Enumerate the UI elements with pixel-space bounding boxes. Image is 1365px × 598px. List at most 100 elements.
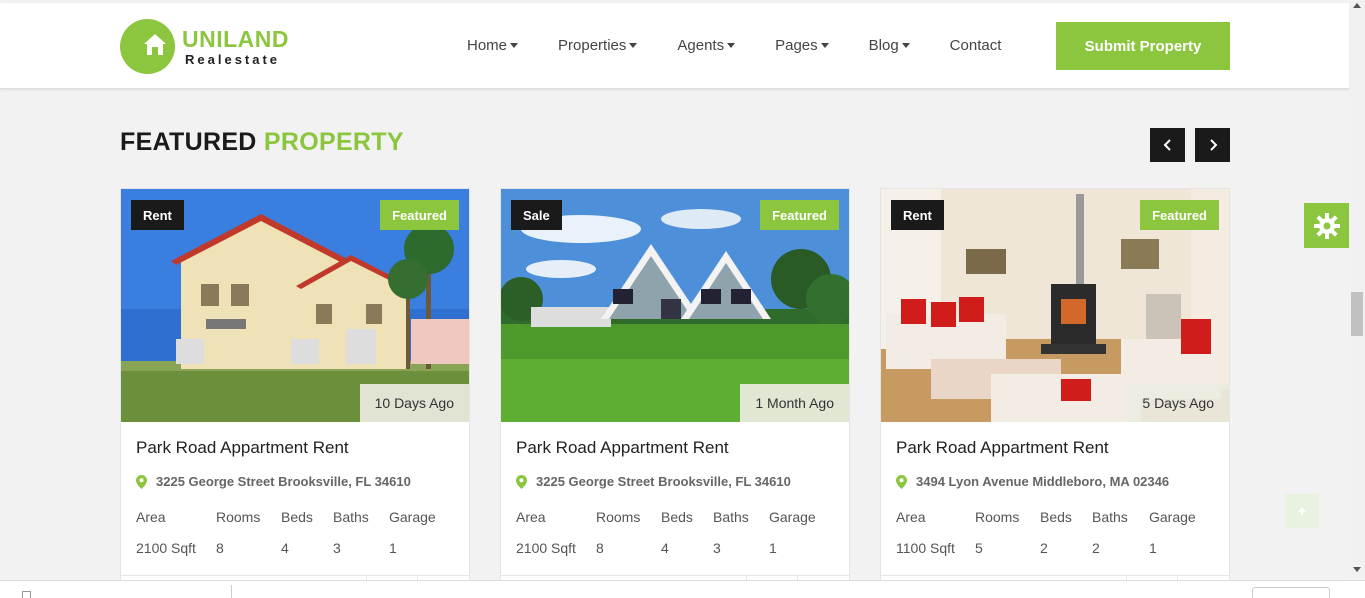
- spec-value-rooms: 8: [596, 540, 604, 556]
- arrow-up-icon: [1298, 507, 1306, 515]
- spec-label-beds: Beds: [1040, 509, 1072, 525]
- listing-type-badge: Rent: [131, 200, 184, 230]
- chevron-right-icon: [1209, 139, 1217, 151]
- property-card[interactable]: Sale Featured 1 Month Ago Park Road Appa…: [500, 188, 850, 588]
- spec-label-beds: Beds: [281, 509, 313, 525]
- property-address-text: 3225 George Street Brooksville, FL 34610: [536, 474, 791, 489]
- spec-value-area: 2100 Sqft: [136, 540, 196, 556]
- section-title-green: PROPERTY: [263, 128, 404, 156]
- bottom-bar-separator: [231, 585, 232, 598]
- caret-down-icon: [901, 43, 910, 48]
- scroll-thumb[interactable]: [1351, 292, 1363, 336]
- caret-down-icon: [820, 43, 829, 48]
- spec-label-rooms: Rooms: [975, 509, 1020, 525]
- spec-value-baths: 3: [713, 540, 721, 556]
- house-logo-icon: [120, 19, 175, 74]
- listing-date: 10 Days Ago: [359, 384, 469, 422]
- property-title[interactable]: Park Road Appartment Rent: [896, 438, 1109, 458]
- spec-value-rooms: 5: [975, 540, 983, 556]
- spec-value-beds: 4: [661, 540, 669, 556]
- map-pin-icon: [516, 474, 527, 489]
- property-address-text: 3225 George Street Brooksville, FL 34610: [156, 474, 411, 489]
- spec-value-beds: 4: [281, 540, 289, 556]
- property-image[interactable]: Rent Featured 5 Days Ago: [881, 189, 1229, 422]
- spec-label-garage: Garage: [389, 509, 436, 525]
- listing-type-badge: Sale: [511, 200, 562, 230]
- property-address: 3225 George Street Brooksville, FL 34610: [136, 474, 411, 489]
- main-nav: Home Properties Agents Pages Blog Contac…: [467, 37, 1001, 54]
- spec-label-baths: Baths: [713, 509, 749, 525]
- nav-home-label: Home: [467, 37, 508, 54]
- section-title: FEATURED PROPERTY: [120, 128, 404, 157]
- caret-down-icon: [510, 43, 519, 48]
- property-image[interactable]: Rent Featured 10 Days Ago: [121, 189, 469, 422]
- chevron-left-icon: [1163, 139, 1171, 151]
- scroll-up-arrow-icon[interactable]: [1353, 3, 1361, 8]
- page-scrollbar[interactable]: [1349, 0, 1365, 580]
- carousel-prev-button[interactable]: [1150, 128, 1185, 162]
- spec-label-garage: Garage: [1149, 509, 1196, 525]
- nav-pages[interactable]: Pages: [775, 37, 829, 54]
- spec-label-baths: Baths: [1092, 509, 1128, 525]
- document-icon: [22, 591, 31, 598]
- spec-label-area: Area: [516, 509, 546, 525]
- theme-settings-button[interactable]: [1304, 203, 1349, 248]
- nav-properties-label: Properties: [558, 37, 627, 54]
- spec-value-garage: 1: [769, 540, 777, 556]
- property-address: 3225 George Street Brooksville, FL 34610: [516, 474, 791, 489]
- spec-label-area: Area: [136, 509, 166, 525]
- featured-badge: Featured: [380, 200, 459, 230]
- property-card[interactable]: Rent Featured 5 Days Ago Park Road Appar…: [880, 188, 1230, 588]
- spec-value-area: 1100 Sqft: [896, 540, 955, 556]
- spec-value-rooms: 8: [216, 540, 224, 556]
- property-title[interactable]: Park Road Appartment Rent: [136, 438, 349, 458]
- nav-contact-label: Contact: [949, 37, 1002, 54]
- nav-agents[interactable]: Agents: [677, 37, 736, 54]
- nav-blog-label: Blog: [868, 37, 899, 54]
- map-pin-icon: [136, 474, 147, 489]
- nav-home[interactable]: Home: [467, 37, 519, 54]
- spec-label-rooms: Rooms: [596, 509, 641, 525]
- property-address-text: 3494 Lyon Avenue Middleboro, MA 02346: [916, 474, 1170, 489]
- section-title-dark: FEATURED: [120, 128, 257, 156]
- site-header: UNILAND Realestate Home Properties Agent…: [0, 3, 1349, 89]
- scroll-down-arrow-icon[interactable]: [1353, 567, 1361, 572]
- browser-bottom-bar: [0, 580, 1365, 598]
- listing-date: 5 Days Ago: [1127, 384, 1229, 422]
- spec-value-beds: 2: [1040, 540, 1048, 556]
- caret-down-icon: [629, 43, 638, 48]
- property-title[interactable]: Park Road Appartment Rent: [516, 438, 729, 458]
- spec-value-baths: 3: [333, 540, 341, 556]
- gear-icon: [1313, 212, 1340, 239]
- listing-type-badge: Rent: [891, 200, 944, 230]
- map-pin-icon: [896, 474, 907, 489]
- caret-down-icon: [727, 43, 736, 48]
- listing-date: 1 Month Ago: [740, 384, 849, 422]
- spec-value-garage: 1: [389, 540, 397, 556]
- logo-title: UNILAND: [182, 25, 289, 52]
- property-address: 3494 Lyon Avenue Middleboro, MA 02346: [896, 474, 1169, 489]
- spec-label-rooms: Rooms: [216, 509, 261, 525]
- nav-pages-label: Pages: [775, 37, 818, 54]
- spec-label-beds: Beds: [661, 509, 693, 525]
- bottom-bar-control[interactable]: [1252, 587, 1330, 598]
- submit-property-button[interactable]: Submit Property: [1056, 22, 1230, 70]
- carousel-next-button[interactable]: [1195, 128, 1230, 162]
- featured-badge: Featured: [1140, 200, 1219, 230]
- site-logo[interactable]: UNILAND Realestate: [120, 19, 289, 74]
- spec-value-garage: 1: [1149, 540, 1157, 556]
- property-card[interactable]: Rent Featured 10 Days Ago Park Road Appa…: [120, 188, 470, 588]
- nav-properties[interactable]: Properties: [558, 37, 638, 54]
- featured-badge: Featured: [760, 200, 839, 230]
- logo-tagline: Realestate: [185, 51, 281, 67]
- nav-blog[interactable]: Blog: [869, 37, 910, 54]
- spec-label-baths: Baths: [333, 509, 369, 525]
- nav-agents-label: Agents: [677, 37, 725, 54]
- spec-label-area: Area: [896, 509, 926, 525]
- back-to-top-button[interactable]: [1285, 494, 1319, 528]
- spec-value-area: 2100 Sqft: [516, 540, 576, 556]
- nav-contact[interactable]: Contact: [950, 37, 1002, 54]
- property-image[interactable]: Sale Featured 1 Month Ago: [501, 189, 849, 422]
- spec-value-baths: 2: [1092, 540, 1100, 556]
- spec-label-garage: Garage: [769, 509, 816, 525]
